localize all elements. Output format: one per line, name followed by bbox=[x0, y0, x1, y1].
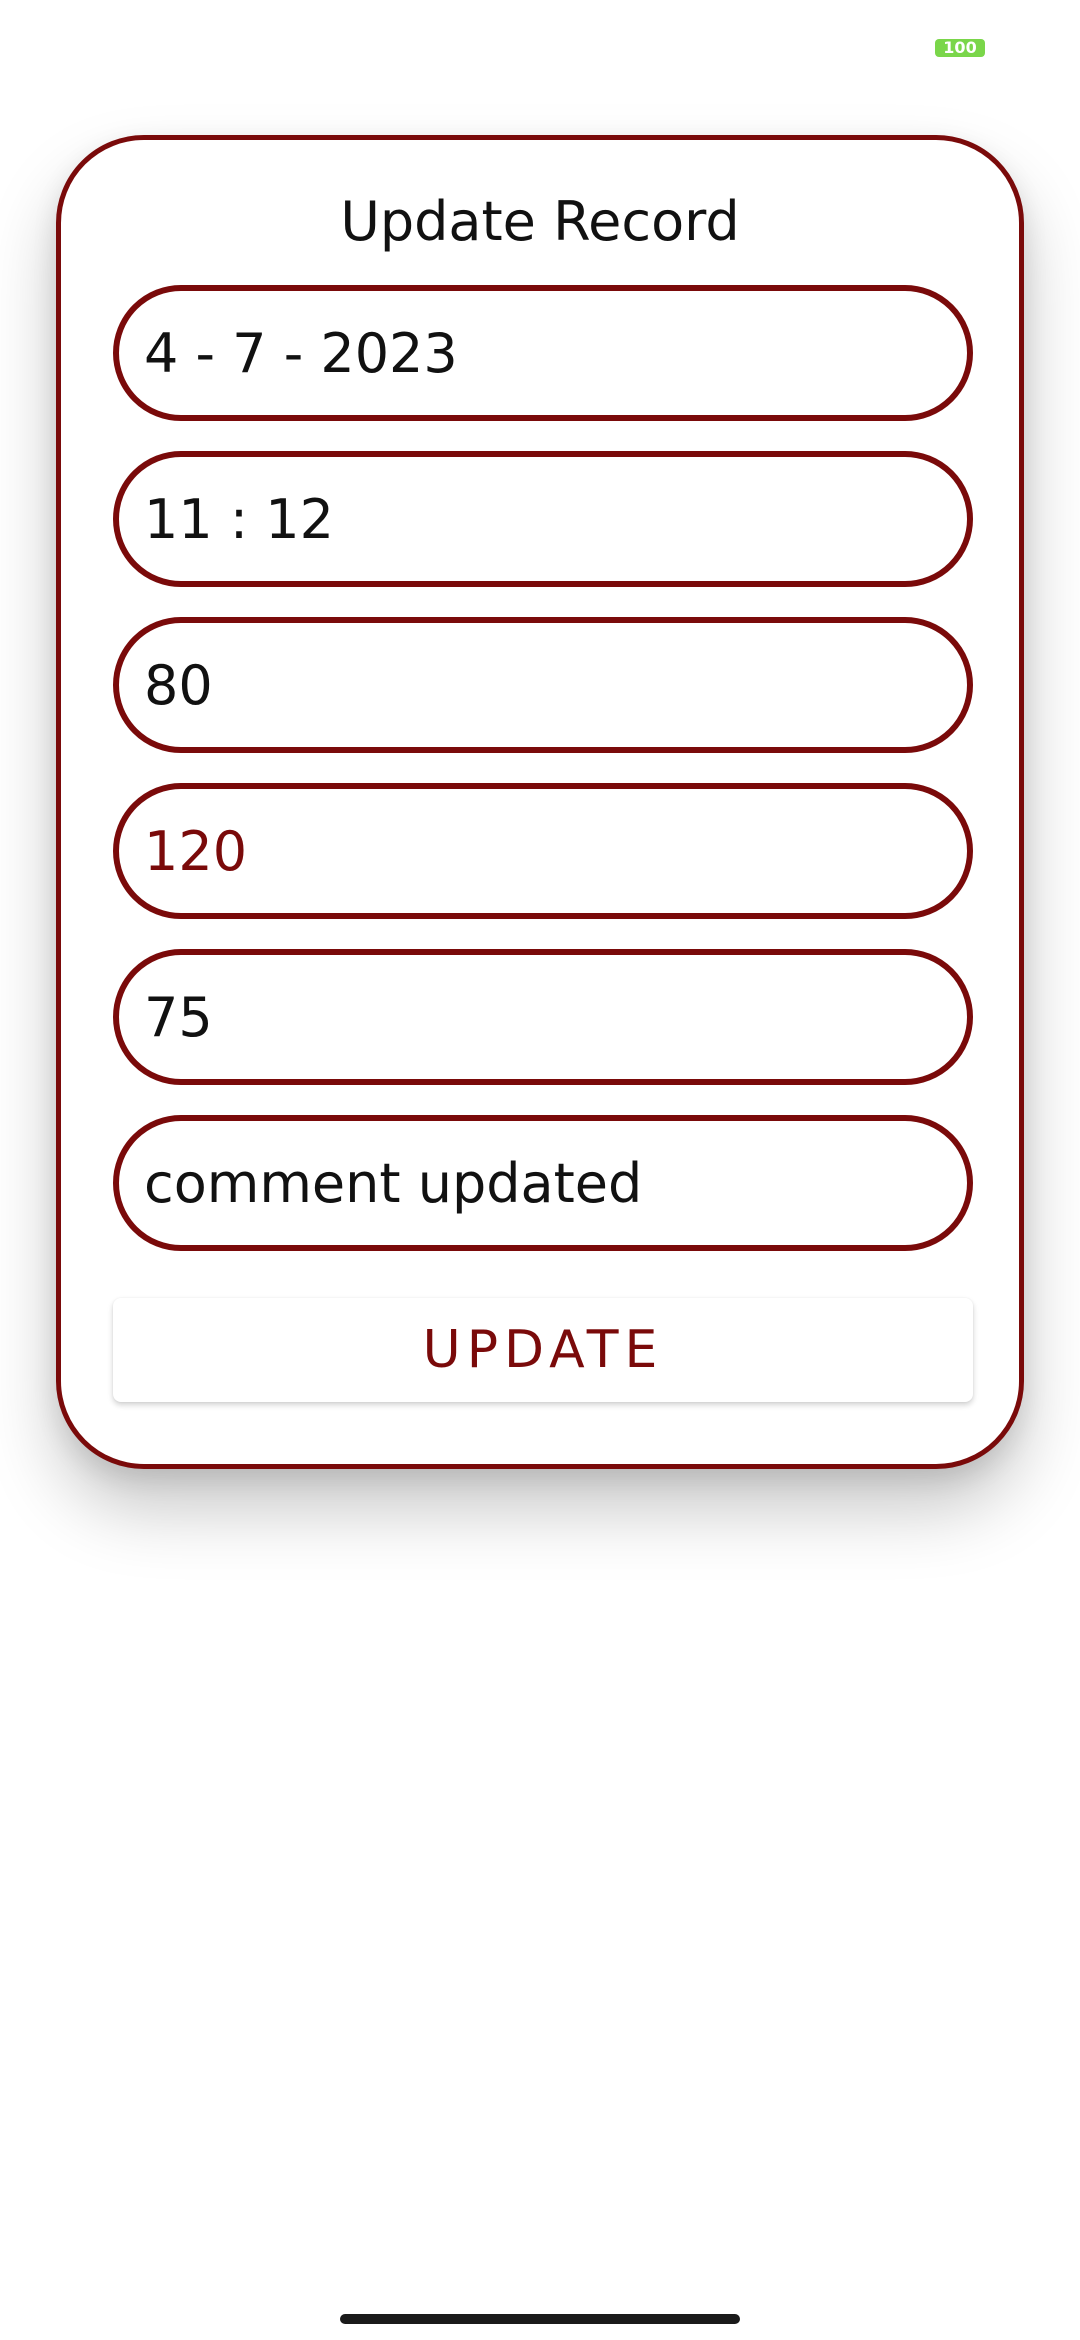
value-3-text: 75 bbox=[144, 985, 213, 1049]
value-1-text: 80 bbox=[144, 653, 213, 717]
date-value: 4 - 7 - 2023 bbox=[144, 321, 458, 385]
value-2-text: 120 bbox=[144, 819, 248, 883]
card-title: Update Record bbox=[340, 190, 740, 253]
update-button-label: UPDATE bbox=[422, 1320, 664, 1380]
value-field-3[interactable]: 75 bbox=[113, 949, 973, 1085]
time-field[interactable]: 11 : 12 bbox=[113, 451, 973, 587]
value-field-2[interactable]: 120 bbox=[113, 783, 973, 919]
battery-icon: 100 bbox=[935, 39, 985, 57]
status-bar: 100 bbox=[0, 0, 1080, 100]
comment-text: comment updated bbox=[144, 1151, 643, 1215]
home-indicator[interactable] bbox=[340, 2314, 740, 2324]
update-button[interactable]: UPDATE bbox=[113, 1298, 973, 1402]
update-record-card: Update Record 4 - 7 - 2023 11 : 12 80 12… bbox=[56, 135, 1024, 1469]
date-field[interactable]: 4 - 7 - 2023 bbox=[113, 285, 973, 421]
comment-field[interactable]: comment updated bbox=[113, 1115, 973, 1251]
time-value: 11 : 12 bbox=[144, 487, 334, 551]
value-field-1[interactable]: 80 bbox=[113, 617, 973, 753]
